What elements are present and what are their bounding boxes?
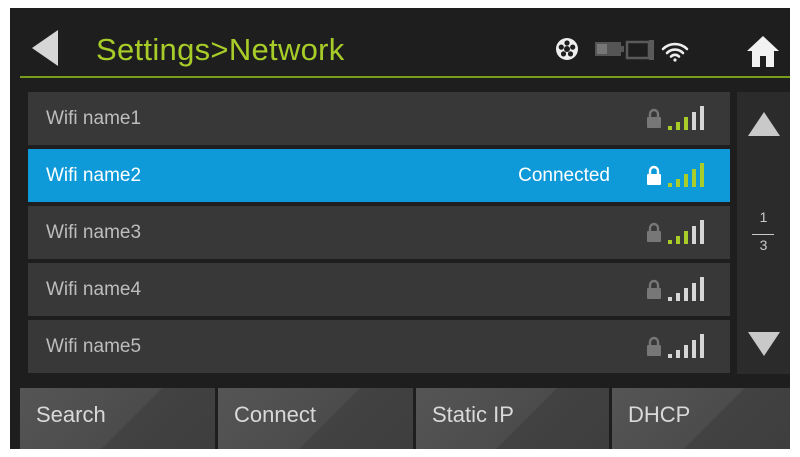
lock-icon bbox=[647, 336, 661, 356]
wifi-list-item-selected[interactable]: Wifi name2 Connected bbox=[28, 149, 730, 202]
lock-icon bbox=[647, 279, 661, 299]
signal-strength-icon bbox=[668, 334, 704, 358]
page-total: 3 bbox=[759, 237, 768, 253]
wifi-name: Wifi name4 bbox=[46, 279, 142, 300]
connect-button[interactable]: Connect bbox=[218, 388, 413, 449]
wifi-list-item[interactable]: Wifi name1 bbox=[28, 92, 730, 145]
back-arrow-icon[interactable] bbox=[32, 30, 58, 66]
signal-strength-icon bbox=[668, 220, 704, 244]
static-ip-button[interactable]: Static IP bbox=[416, 388, 609, 449]
header-bar: Settings>Network bbox=[10, 8, 790, 80]
wifi-network-list: Wifi name1 Wifi name2 Connected Wifi nam… bbox=[28, 92, 730, 377]
scroll-pager: 1 3 bbox=[737, 92, 790, 374]
signal-strength-icon bbox=[668, 277, 704, 301]
page-title: Settings>Network bbox=[96, 32, 345, 67]
lock-icon bbox=[647, 222, 661, 242]
connection-status: Connected bbox=[518, 165, 610, 186]
wifi-list-item[interactable]: Wifi name4 bbox=[28, 263, 730, 316]
signal-strength-icon bbox=[668, 106, 704, 130]
page-divider bbox=[752, 234, 774, 235]
status-icons bbox=[556, 38, 689, 62]
home-icon[interactable] bbox=[746, 34, 780, 68]
wifi-icon bbox=[661, 42, 689, 62]
wifi-name: Wifi name3 bbox=[46, 222, 142, 243]
header-divider bbox=[20, 76, 790, 78]
wifi-name: Wifi name5 bbox=[46, 336, 142, 357]
action-button-bar: Search Connect Static IP DHCP bbox=[20, 388, 790, 449]
lock-icon bbox=[647, 108, 661, 128]
network-settings-screen: Settings>Network Wifi name1 Wifi name2 C… bbox=[10, 8, 790, 449]
settings-reel-icon bbox=[556, 38, 578, 60]
wifi-name: Wifi name1 bbox=[46, 108, 142, 129]
wifi-list-item[interactable]: Wifi name3 bbox=[28, 206, 730, 259]
camera-icon bbox=[625, 40, 654, 60]
lock-icon bbox=[647, 165, 661, 185]
signal-strength-icon bbox=[668, 163, 704, 187]
scroll-up-icon[interactable] bbox=[748, 112, 780, 136]
battery-icon bbox=[595, 42, 624, 56]
wifi-list-item[interactable]: Wifi name5 bbox=[28, 320, 730, 373]
dhcp-button[interactable]: DHCP bbox=[612, 388, 790, 449]
page-current: 1 bbox=[759, 209, 768, 225]
search-button[interactable]: Search bbox=[20, 388, 215, 449]
scroll-down-icon[interactable] bbox=[748, 332, 780, 356]
wifi-name: Wifi name2 bbox=[46, 165, 142, 186]
